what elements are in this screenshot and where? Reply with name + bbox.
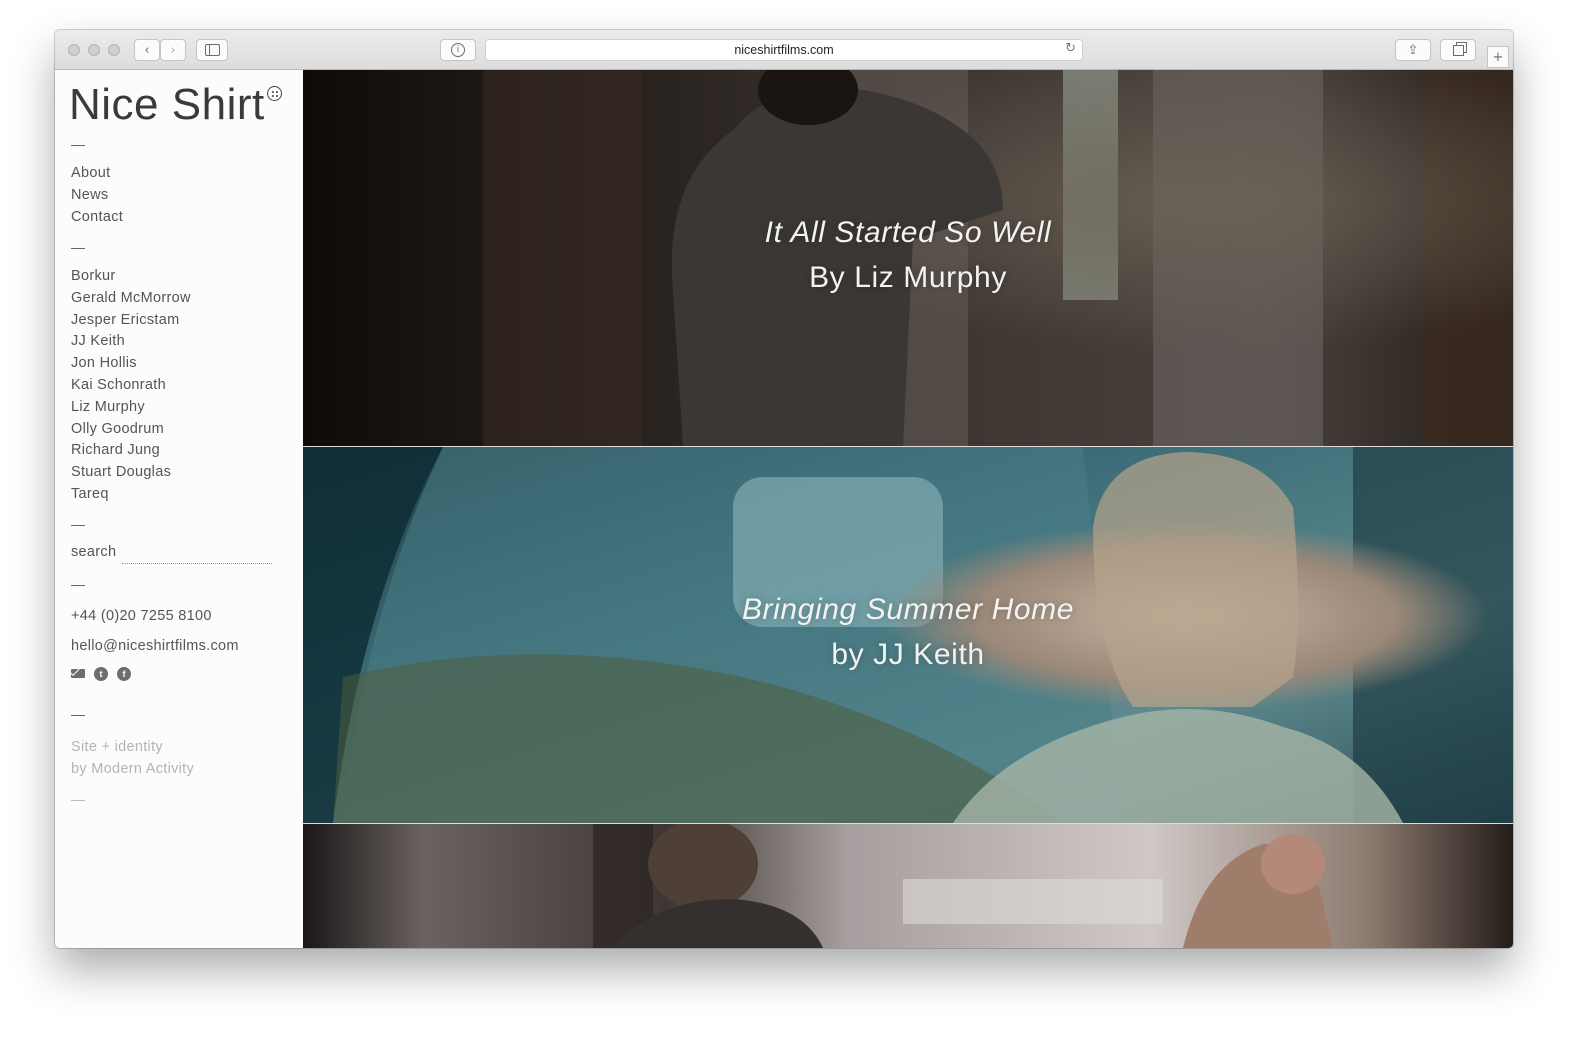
director-link[interactable]: Liz Murphy xyxy=(71,397,191,419)
minimize-window-button[interactable] xyxy=(88,44,100,56)
director-link[interactable]: Jesper Ericstam xyxy=(71,310,191,332)
sidebar-icon xyxy=(204,44,220,56)
site-logo[interactable]: Nice Shirt xyxy=(69,80,265,130)
share-icon: ⇪ xyxy=(1407,42,1419,58)
facebook-icon[interactable]: f xyxy=(117,667,131,681)
address-bar[interactable]: niceshirtfilms.com ↻ xyxy=(485,39,1083,61)
reader-privacy-button[interactable]: i xyxy=(440,39,476,61)
film-tile[interactable]: Bringing Summer Home by JJ Keith xyxy=(303,447,1513,823)
site-sidebar: Nice Shirt About News Contact Borkur Ger… xyxy=(55,70,303,948)
divider xyxy=(71,145,85,146)
directors-nav: Borkur Gerald McMorrow Jesper Ericstam J… xyxy=(71,266,191,506)
director-link[interactable]: Olly Goodrum xyxy=(71,419,191,441)
director-link[interactable]: Borkur xyxy=(71,266,191,288)
tabs-button[interactable] xyxy=(1440,39,1476,61)
nav-news[interactable]: News xyxy=(71,185,123,207)
nav-about[interactable]: About xyxy=(71,163,123,185)
divider xyxy=(71,585,85,586)
info-icon: i xyxy=(451,43,465,57)
reload-icon[interactable]: ↻ xyxy=(1065,41,1076,56)
film-showcase: It All Started So Well By Liz Murphy Bri… xyxy=(303,70,1513,948)
primary-nav: About News Contact xyxy=(71,163,123,228)
divider xyxy=(71,715,85,716)
search-label: search xyxy=(71,544,117,560)
email-link[interactable]: hello@niceshirtfilms.com xyxy=(71,638,239,654)
film-title: Bringing Summer Home xyxy=(741,593,1075,626)
director-link[interactable]: Tareq xyxy=(71,484,191,506)
plus-icon: + xyxy=(1492,49,1504,65)
chevron-right-icon: › xyxy=(170,42,176,58)
close-window-button[interactable] xyxy=(68,44,80,56)
url-text: niceshirtfilms.com xyxy=(734,43,834,57)
director-link[interactable]: Richard Jung xyxy=(71,440,191,462)
phone-number: +44 (0)20 7255 8100 xyxy=(71,608,212,624)
film-byline: by JJ Keith xyxy=(831,638,985,671)
forward-button[interactable]: › xyxy=(160,39,186,61)
credit-line[interactable]: by Modern Activity xyxy=(71,761,194,777)
new-tab-button[interactable]: + xyxy=(1487,46,1509,68)
logo-mark-icon xyxy=(267,86,282,101)
browser-window: ‹ › i niceshirtfilms.com ↻ ⇪ + Nice Shir… xyxy=(55,30,1513,948)
film-tile[interactable]: It All Started So Well By Liz Murphy xyxy=(303,70,1513,446)
search-input[interactable] xyxy=(122,545,272,564)
film-title: It All Started So Well xyxy=(764,216,1052,249)
mail-icon[interactable] xyxy=(71,669,85,678)
chevron-left-icon: ‹ xyxy=(144,42,150,58)
credit-line[interactable]: Site + identity xyxy=(71,739,163,755)
director-link[interactable]: Jon Hollis xyxy=(71,353,191,375)
browser-toolbar: ‹ › i niceshirtfilms.com ↻ ⇪ + xyxy=(55,30,1513,70)
film-still xyxy=(303,447,1513,823)
director-link[interactable]: Gerald McMorrow xyxy=(71,288,191,310)
director-link[interactable]: Kai Schonrath xyxy=(71,375,191,397)
film-byline: By Liz Murphy xyxy=(809,261,1007,294)
divider xyxy=(71,525,85,526)
back-button[interactable]: ‹ xyxy=(134,39,160,61)
director-link[interactable]: Stuart Douglas xyxy=(71,462,191,484)
twitter-icon[interactable]: t xyxy=(94,667,108,681)
nav-contact[interactable]: Contact xyxy=(71,207,123,229)
sidebar-toggle-button[interactable] xyxy=(196,39,228,61)
film-still xyxy=(303,70,1513,446)
divider xyxy=(71,248,85,249)
divider xyxy=(71,800,85,801)
director-link[interactable]: JJ Keith xyxy=(71,331,191,353)
film-still xyxy=(303,824,1513,948)
zoom-window-button[interactable] xyxy=(108,44,120,56)
film-tile[interactable] xyxy=(303,824,1513,948)
tabs-icon xyxy=(1452,44,1464,56)
share-button[interactable]: ⇪ xyxy=(1395,39,1431,61)
